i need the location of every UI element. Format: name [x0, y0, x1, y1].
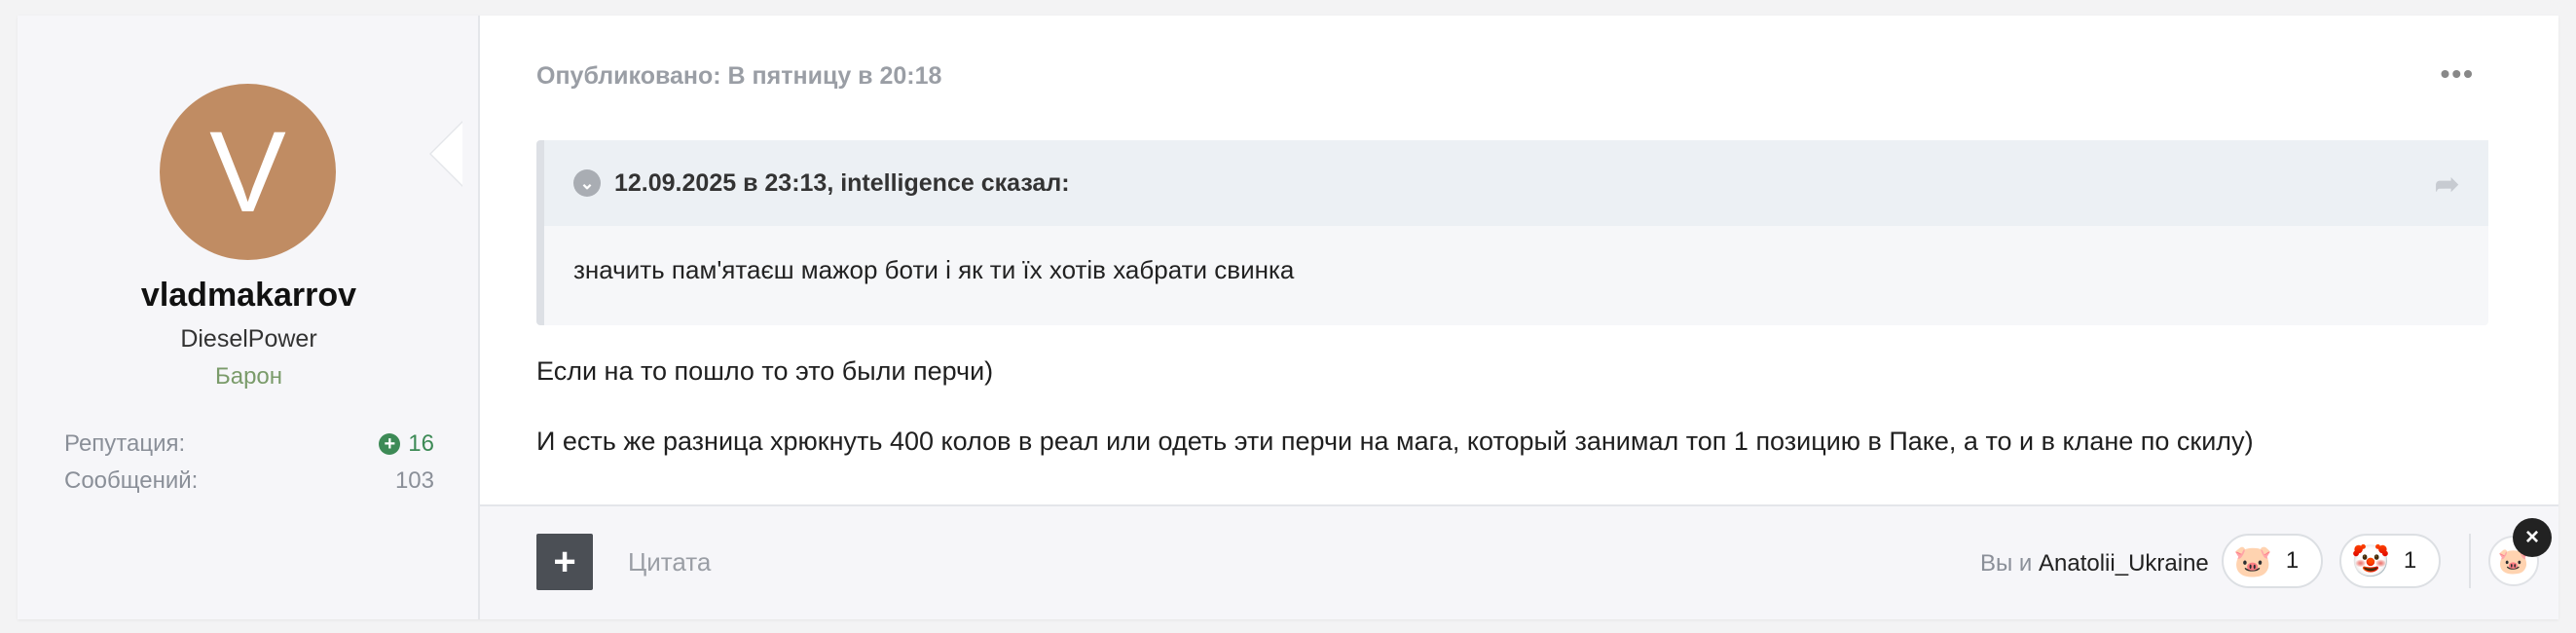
messages-row: Сообщений: 103	[64, 467, 434, 495]
reaction-clown-button[interactable]: 🤡 1	[2339, 534, 2441, 588]
reaction-count: 1	[2403, 547, 2417, 574]
reputation-row: Репутация: + 16	[64, 430, 434, 458]
clown-face-icon: 🤡	[2351, 543, 2390, 578]
post-meta: Опубликовано: В пятницу в 20:18	[536, 62, 942, 90]
share-arrow-icon[interactable]: ➦	[2435, 168, 2459, 202]
messages-label: Сообщений:	[64, 467, 199, 494]
user-rank: Барон	[214, 363, 283, 390]
chevron-down-icon[interactable]: ⌄	[573, 169, 601, 197]
more-options-button[interactable]: •••	[2441, 58, 2475, 90]
post-paragraph: И есть же разница хрюкнуть 400 колов в р…	[536, 427, 2254, 456]
divider	[2469, 534, 2471, 588]
plus-circle-icon: +	[379, 433, 401, 455]
reaction-count: 1	[2285, 547, 2300, 574]
quote-text: значить пам'ятаєш мажор боти і як ти їх …	[573, 255, 1295, 284]
author-panel: V vladmakarrov DieselPower Барон Репутац…	[18, 16, 480, 619]
forum-post: V vladmakarrov DieselPower Барон Репутац…	[18, 16, 2558, 619]
reactions-prefix: Вы и	[1980, 550, 2039, 577]
username-link[interactable]: vladmakarrov	[18, 277, 480, 315]
speech-arrow-fill	[431, 123, 462, 185]
reaction-pig-button[interactable]: 🐷 1	[2222, 534, 2323, 588]
reactions-user[interactable]: Anatolii_Ukraine	[2039, 550, 2209, 577]
quote-header[interactable]: ⌄ 12.09.2025 в 23:13, intelligence сказа…	[544, 140, 2488, 226]
reputation-number: 16	[408, 430, 434, 457]
post-content: Опубликовано: В пятницу в 20:18 ••• ⌄ 12…	[480, 16, 2558, 619]
reputation-label: Репутация:	[64, 430, 186, 457]
post-footer: + Цитата Вы и Anatolii_Ukraine 🐷 1 🤡 1 🐷…	[480, 504, 2558, 619]
multiquote-add-button[interactable]: +	[536, 534, 593, 590]
pig-face-icon: 🐷	[2233, 543, 2272, 578]
user-title: DieselPower	[180, 325, 317, 353]
reputation-value: + 16	[379, 430, 434, 458]
avatar[interactable]: V	[160, 84, 336, 260]
reactions-summary[interactable]: Вы и Anatolii_Ukraine	[1980, 550, 2209, 577]
quote-button[interactable]: Цитата	[628, 547, 711, 577]
quote-citation: 12.09.2025 в 23:13, intelligence сказал:	[614, 168, 1070, 197]
post-paragraph: Если на то пошло то это были перчи)	[536, 356, 994, 386]
quote-block: ⌄ 12.09.2025 в 23:13, intelligence сказа…	[536, 140, 2488, 325]
remove-reaction-close-icon[interactable]: ×	[2513, 518, 2552, 557]
messages-value: 103	[394, 467, 434, 494]
